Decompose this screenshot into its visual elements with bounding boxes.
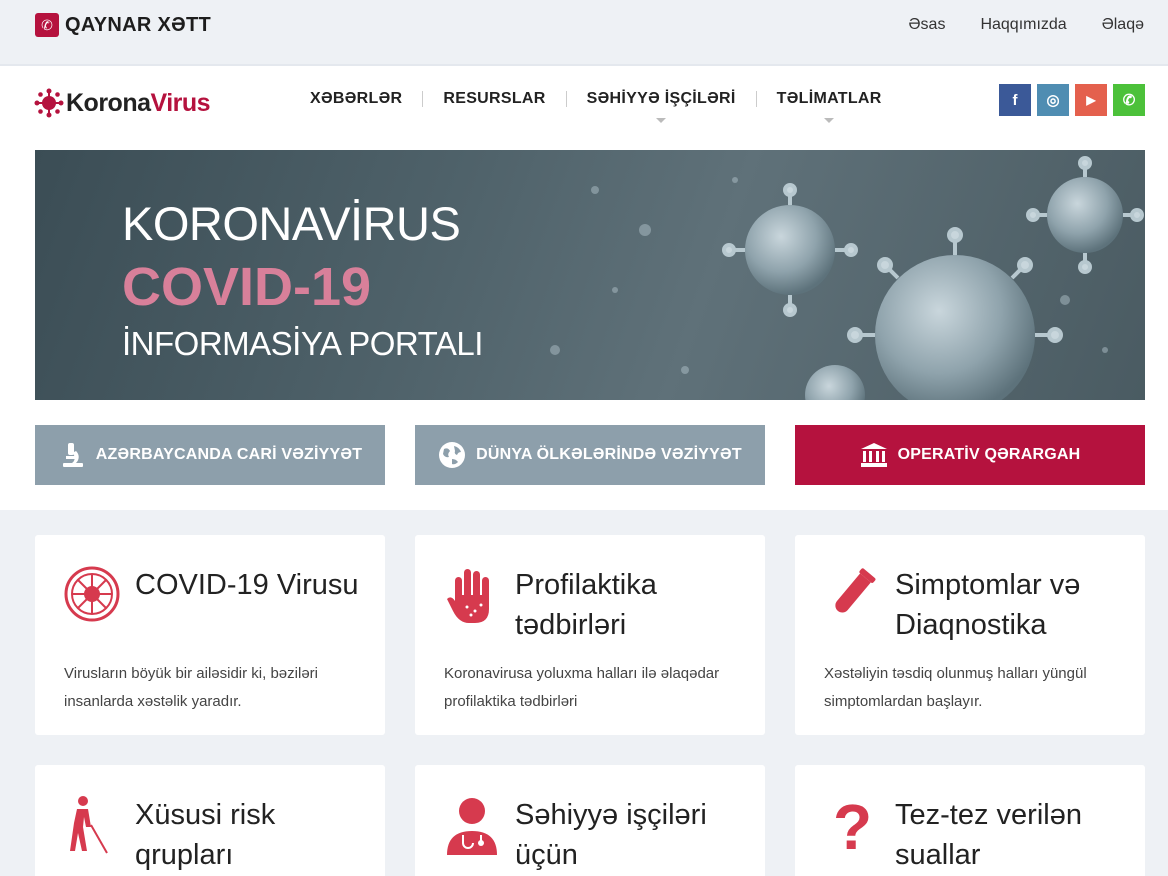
hand-icon	[443, 565, 501, 632]
hero-title-line3: İNFORMASİYA PORTALI	[122, 325, 483, 362]
menu-item-resources[interactable]: RESURSLAR	[423, 90, 565, 108]
card-description: Xəstəliyin təsdiq olunmuş halları yüngül…	[824, 665, 1087, 710]
menu-item-news[interactable]: XƏBƏRLƏR	[290, 90, 422, 108]
hero-title-line1: KORONAVİRUS	[122, 197, 461, 250]
card-title: Simptomlar və Diaqnostika	[895, 569, 1081, 641]
top-link-home[interactable]: Əsas	[909, 16, 946, 34]
card-description: Virusların böyük bir ailəsidir ki, bəzil…	[64, 665, 318, 710]
chevron-down-icon	[656, 118, 667, 123]
microscope-icon	[58, 441, 86, 469]
card-title: Profilaktika tədbirləri	[515, 569, 657, 641]
hero-title-line2: COVID-19	[122, 257, 372, 317]
svg-text:?: ?	[833, 795, 872, 857]
card-faq[interactable]: ? Tez-tez verilən suallar	[795, 765, 1145, 876]
card-title: Xüsusi risk qrupları	[135, 799, 276, 871]
youtube-icon[interactable]: ▶	[1075, 84, 1107, 116]
card-symptoms[interactable]: Simptomlar və Diaqnostika Xəstəliyin təs…	[795, 535, 1145, 735]
site-logo[interactable]: Korona Virus	[34, 88, 211, 118]
hero-banner: KORONAVİRUS COVID-19 İNFORMASİYA PORTALI	[35, 150, 1145, 400]
card-health-workers[interactable]: Səhiyyə işçiləri üçün	[415, 765, 765, 876]
question-mark-icon: ?	[823, 791, 881, 863]
card-prevention[interactable]: Profilaktika tədbirləri Koronavirusa yol…	[415, 535, 765, 735]
phone-icon: ✆	[35, 13, 59, 37]
logo-text-virus: Virus	[150, 88, 211, 117]
top-link-contact[interactable]: Əlaqə	[1102, 16, 1144, 34]
whatsapp-icon[interactable]: ✆	[1113, 84, 1145, 116]
top-link-about[interactable]: Haqqımızda	[980, 16, 1066, 34]
virus-icon	[63, 565, 121, 628]
card-title: Səhiyyə işçiləri üçün	[515, 799, 707, 871]
hotline-label: QAYNAR XƏTT	[65, 13, 211, 36]
logo-text-korona: Korona	[66, 88, 151, 117]
azerbaijan-status-button[interactable]: AZƏRBAYCANDA CARİ VƏZİYYƏT	[35, 425, 385, 485]
hotline[interactable]: ✆ QAYNAR XƏTT	[35, 13, 211, 37]
hero-section: KORONAVİRUS COVID-19 İNFORMASİYA PORTALI…	[0, 136, 1168, 510]
main-navbar: Korona Virus XƏBƏRLƏR RESURSLAR SƏHİYYƏ İ…	[0, 64, 1168, 136]
menu-item-health-workers-label: SƏHİYYƏ İŞÇİLƏRİ	[586, 90, 736, 107]
main-menu: XƏBƏRLƏR RESURSLAR SƏHİYYƏ İŞÇİLƏRİ TƏLİ…	[290, 90, 902, 123]
chevron-down-icon	[824, 118, 835, 123]
card-covid-virus[interactable]: COVID-19 Virusu Virusların böyük bir ail…	[35, 535, 385, 735]
menu-item-instructions[interactable]: TƏLİMATLAR	[757, 90, 902, 123]
operative-headquarters-label: OPERATİV QƏRARGAH	[897, 446, 1081, 463]
azerbaijan-status-label: AZƏRBAYCANDA CARİ VƏZİYYƏT	[95, 446, 363, 463]
globe-icon	[438, 441, 466, 469]
card-title: COVID-19 Virusu	[135, 569, 359, 601]
world-status-button[interactable]: DÜNYA ÖLKƏLƏRİNDƏ VƏZİYYƏT	[415, 425, 765, 485]
menu-item-instructions-label: TƏLİMATLAR	[776, 90, 882, 107]
operative-headquarters-button[interactable]: OPERATİV QƏRARGAH	[795, 425, 1145, 485]
instagram-icon[interactable]: ◎	[1037, 84, 1069, 116]
test-tube-icon	[823, 565, 881, 628]
virus-logo-icon	[34, 88, 64, 118]
menu-item-health-workers[interactable]: SƏHİYYƏ İŞÇİLƏRİ	[567, 90, 756, 123]
government-building-icon	[860, 442, 888, 468]
top-links: Əsas Haqqımızda Əlaqə	[874, 16, 1145, 34]
card-title: Tez-tez verilən suallar	[895, 799, 1082, 871]
facebook-icon[interactable]: f	[999, 84, 1031, 116]
card-risk-groups[interactable]: Xüsusi risk qrupları	[35, 765, 385, 876]
doctor-icon	[443, 795, 501, 862]
world-status-label: DÜNYA ÖLKƏLƏRİNDƏ VƏZİYYƏT	[476, 446, 742, 463]
social-links: f ◎ ▶ ✆	[993, 84, 1145, 116]
top-bar: ✆ QAYNAR XƏTT Əsas Haqqımızda Əlaqə	[0, 0, 1168, 64]
elderly-person-icon	[63, 795, 121, 862]
card-description: Koronavirusa yoluxma halları ilə əlaqəda…	[444, 665, 720, 710]
